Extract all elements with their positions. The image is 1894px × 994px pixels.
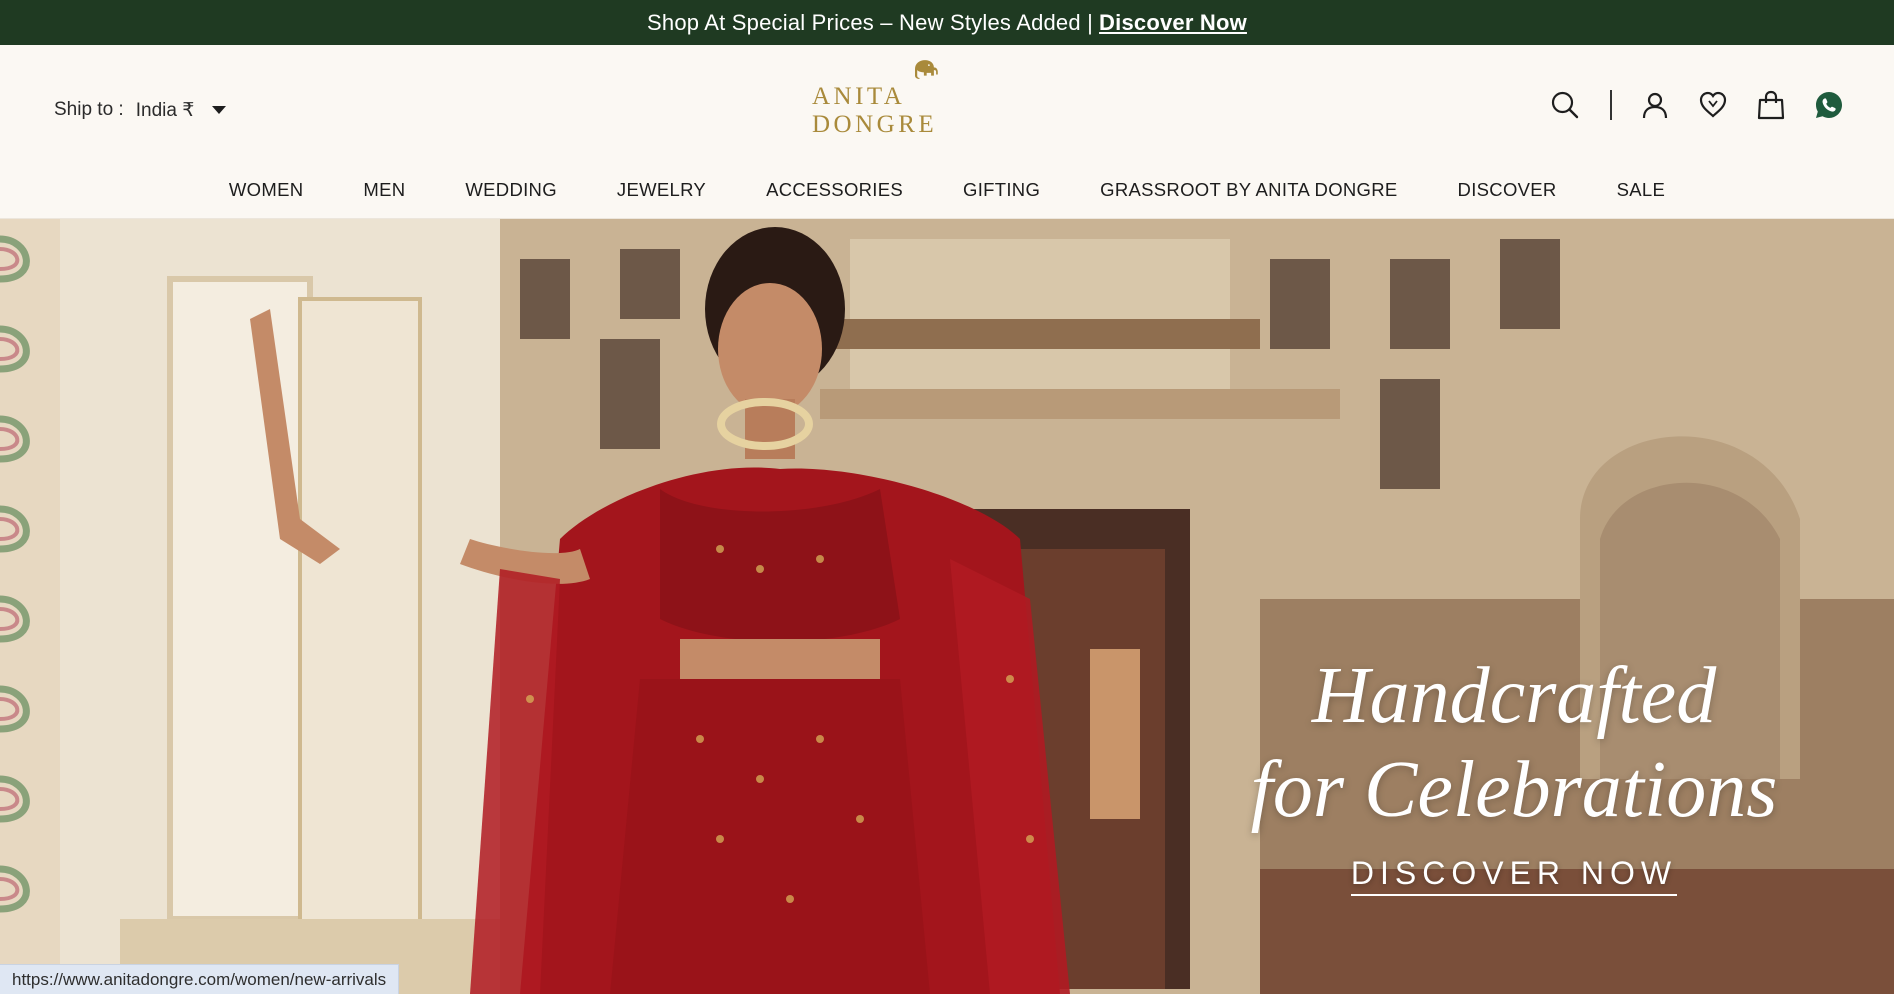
hero-discover-now-button[interactable]: DISCOVER NOW: [1350, 855, 1678, 896]
wishlist-icon[interactable]: [1696, 88, 1730, 122]
nav-women[interactable]: WOMEN: [229, 179, 303, 201]
announcement-bar: Shop At Special Prices – New Styles Adde…: [0, 0, 1894, 45]
cart-icon[interactable]: [1754, 88, 1788, 122]
announcement-discover-link[interactable]: Discover Now: [1099, 10, 1247, 36]
nav-sale[interactable]: SALE: [1617, 179, 1666, 201]
main-nav: WOMEN MEN WEDDING JEWELRY ACCESSORIES GI…: [0, 175, 1894, 205]
site-header: Ship to : India ₹ ANITA DONGRE WOMEN MEN…: [0, 45, 1894, 219]
search-icon[interactable]: [1548, 88, 1582, 122]
header-icons: [1548, 85, 1846, 125]
nav-accessories[interactable]: ACCESSORIES: [766, 179, 903, 201]
account-icon[interactable]: [1638, 88, 1672, 122]
nav-gifting[interactable]: GIFTING: [963, 179, 1040, 201]
ship-to-label: Ship to :: [54, 99, 124, 120]
announcement-text: Shop At Special Prices – New Styles Adde…: [647, 9, 1094, 35]
header-divider: [1610, 90, 1612, 120]
nav-jewelry[interactable]: JEWELRY: [617, 179, 706, 201]
nav-grassroot[interactable]: GRASSROOT BY ANITA DONGRE: [1100, 179, 1397, 201]
hero-text-block: Handcrafted for Celebrations DISCOVER NO…: [1234, 649, 1794, 896]
nav-men[interactable]: MEN: [363, 179, 405, 201]
brand-name: ANITA DONGRE: [812, 83, 938, 138]
status-bar-url: https://www.anitadongre.com/women/new-ar…: [0, 964, 400, 994]
hero-title-line2: for Celebrations: [1250, 746, 1778, 834]
hero-banner[interactable]: Handcrafted for Celebrations DISCOVER NO…: [0, 219, 1894, 994]
caret-down-icon: [212, 106, 227, 114]
brand-logo[interactable]: ANITA DONGRE: [812, 59, 1037, 139]
nav-wedding[interactable]: WEDDING: [465, 179, 557, 201]
whatsapp-icon[interactable]: [1812, 88, 1846, 122]
elephant-logo-icon: [914, 60, 938, 79]
ship-to-value: India ₹: [135, 99, 195, 121]
nav-discover[interactable]: DISCOVER: [1458, 179, 1557, 201]
hero-title-line1: Handcrafted: [1311, 652, 1717, 740]
ship-to-selector[interactable]: Ship to : India ₹: [54, 97, 227, 123]
